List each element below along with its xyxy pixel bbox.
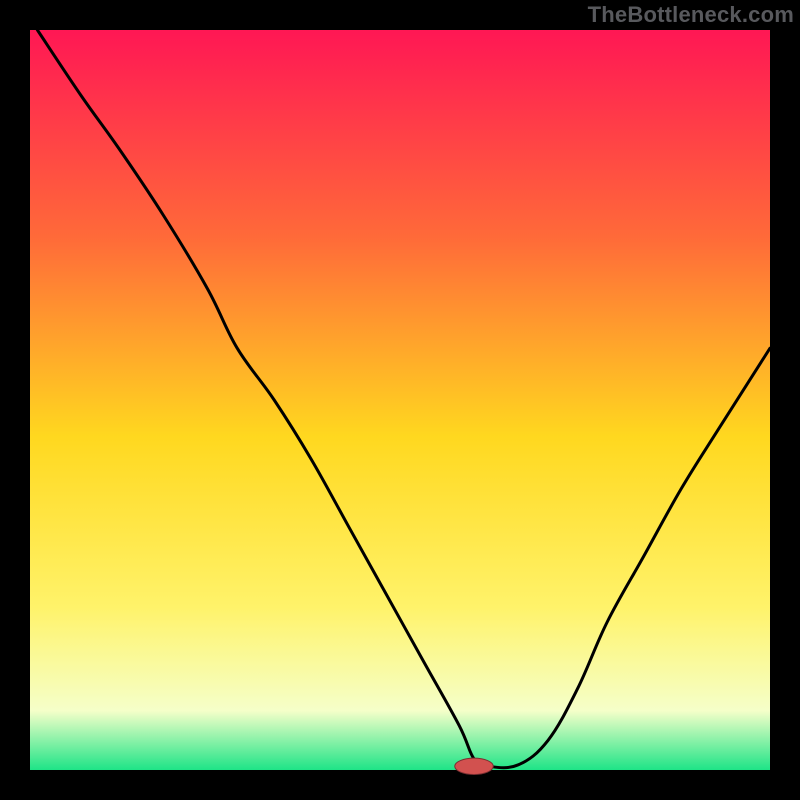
chart-frame: { "watermark": "TheBottleneck.com", "col… bbox=[0, 0, 800, 800]
gradient-background bbox=[30, 30, 770, 770]
optimal-marker bbox=[455, 758, 493, 774]
watermark-text: TheBottleneck.com bbox=[588, 2, 794, 28]
bottleneck-chart bbox=[0, 0, 800, 800]
